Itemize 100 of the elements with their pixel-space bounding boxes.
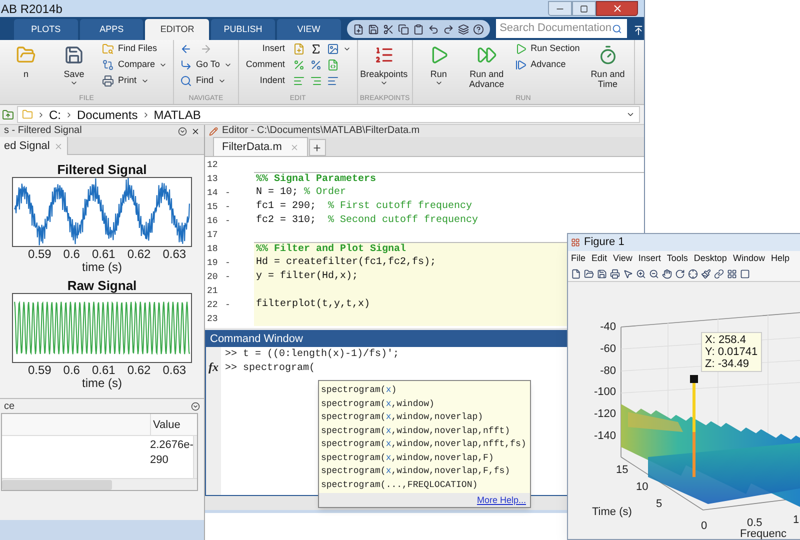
ribbon-button[interactable]: Print [98,73,172,89]
search-field[interactable]: Search Documentation [496,19,628,38]
line-number: 20 [206,271,219,284]
menu-item[interactable]: Desktop [694,252,727,266]
panel-title: s - Filtered Signal [4,126,82,136]
toolbar-button[interactable] [442,24,454,34]
suggestion-item[interactable]: spectrogram(x) [319,384,530,398]
suggestion-item[interactable]: spectrogram(x,window,noverlap) [319,411,530,424]
caret-icon [342,45,351,53]
tick-label: 10 [636,481,648,493]
fast-forward-icon [476,45,497,65]
suggestion-item[interactable]: spectrogram(x,window) [319,398,530,411]
tick-label: -120 [594,408,616,420]
horizontal-scrollbar[interactable] [2,478,197,490]
datatip-text: Y: 0.01741 [705,346,758,358]
new-tab-button[interactable] [308,139,326,156]
toolbar-button[interactable] [368,24,379,34]
toolbar-button[interactable] [623,269,633,279]
ribbon-button[interactable]: Save [50,41,98,93]
back-button[interactable] [180,43,192,55]
path-segment[interactable]: Documents [77,106,138,124]
ribbon-button[interactable]: Compare [98,57,172,73]
function-hint[interactable]: fx [208,360,218,374]
toolbar-button[interactable] [398,24,409,34]
zoom-out-icon [649,269,659,279]
suggestion-item[interactable]: spectrogram(x,window,noverlap,nfft,fs) [319,438,530,452]
toolbar-button[interactable] [352,24,364,34]
breakpoint-marker[interactable]: - [225,216,230,226]
toolbar-button[interactable] [597,269,607,279]
collapse-button[interactable] [633,25,644,36]
tick-label: -60 [600,342,616,355]
suggestion-item[interactable]: spectrogram(x,window,noverlap,F,fs) [319,465,530,478]
scissors-icon [382,24,394,34]
toolbar-button[interactable] [675,269,685,279]
axis-label: time (s) [82,377,122,389]
toolbar-button[interactable] [714,269,724,279]
ribbon-button[interactable]: n [2,41,50,93]
maximize-button[interactable] [572,1,596,16]
toolbar-button[interactable] [649,269,659,279]
zoom-in-icon [636,269,646,279]
toolbar-button[interactable] [458,24,469,34]
ribbon-button[interactable]: Run [414,41,463,93]
command-line: >> t = ((0:length(x)-1)/fs)'; [225,348,400,362]
close-button[interactable] [596,1,638,16]
tick-label: 0.59 [28,364,52,377]
breakpoint-marker[interactable]: - [225,272,230,282]
breakpoint-marker[interactable]: - [225,300,230,310]
file-plus-icon [352,24,364,34]
tick-label: 0.62 [127,248,151,261]
figure-tab[interactable]: ed Signal [0,137,68,155]
menu-item[interactable]: Tools [666,252,688,266]
file-tab[interactable]: FilterData.m [213,137,308,156]
tick-label: 0.61 [92,364,116,377]
ribbon-button[interactable]: Find Files [98,41,172,57]
vertical-scrollbar[interactable] [193,436,197,478]
menu-item[interactable]: Window [732,252,765,266]
toolbar-button[interactable] [584,269,594,279]
close-icon [612,3,622,14]
toolstrip-tab[interactable]: EDITOR [145,19,210,40]
printer-icon [102,75,114,87]
breakpoint-marker[interactable]: - [225,202,230,212]
toolstrip-tab[interactable]: PLOTS [14,19,78,40]
menu-item[interactable]: Help [770,252,790,266]
suggestion-item[interactable]: spectrogram(x,window,noverlap,F) [319,452,530,465]
line-number: 12 [206,159,219,172]
copy-icon [398,24,409,34]
toolbar-button[interactable] [610,269,620,279]
path-segment[interactable]: MATLAB [154,106,201,124]
suggestion-item[interactable]: spectrogram(...,FREQLOCATION) [319,478,530,492]
toolbar-button[interactable] [688,269,698,279]
toolstrip-tab[interactable]: VIEW [276,19,341,40]
ribbon-button[interactable]: Run and Time [584,41,632,93]
toolstrip-tab[interactable]: APPS [80,19,144,40]
toolstrip-tab[interactable]: PUBLISH [211,19,275,40]
ribbon-button[interactable]: Run Section [510,41,584,57]
breakpoint-marker[interactable]: - [225,188,230,198]
path-segment[interactable]: C: [49,106,61,124]
ribbon-button[interactable]: Run and Advance [462,41,511,93]
ribbon-button[interactable]: Go To [176,57,236,73]
ribbon-button[interactable]: Find [176,73,236,89]
maximize-icon [580,4,588,12]
toolbar-button[interactable] [662,269,672,279]
breakpoint-marker[interactable]: - [225,258,230,268]
line-number: 19 [206,257,219,270]
path-field[interactable]: C: Documents MATLAB [17,106,640,123]
ribbon-button[interactable]: Breakpoints [360,41,408,93]
toolbar-button[interactable] [571,269,581,279]
toolbar-button[interactable] [636,269,646,279]
ribbon-button[interactable]: Advance [510,57,584,73]
toolbar-button[interactable] [472,24,484,34]
toolbar-button[interactable] [740,269,750,279]
toolbar-button[interactable] [428,24,439,34]
toolbar-button[interactable] [727,269,737,279]
tick-label: 0.62 [127,364,151,377]
toolbar-button[interactable] [382,24,394,34]
toolbar-button[interactable] [701,269,711,279]
tick-label: 1 [793,514,800,526]
toolbar-button[interactable] [412,24,424,34]
tick-label: 0.63 [162,364,186,377]
suggestion-item[interactable]: spectrogram(x,window,noverlap,nfft) [319,424,530,438]
